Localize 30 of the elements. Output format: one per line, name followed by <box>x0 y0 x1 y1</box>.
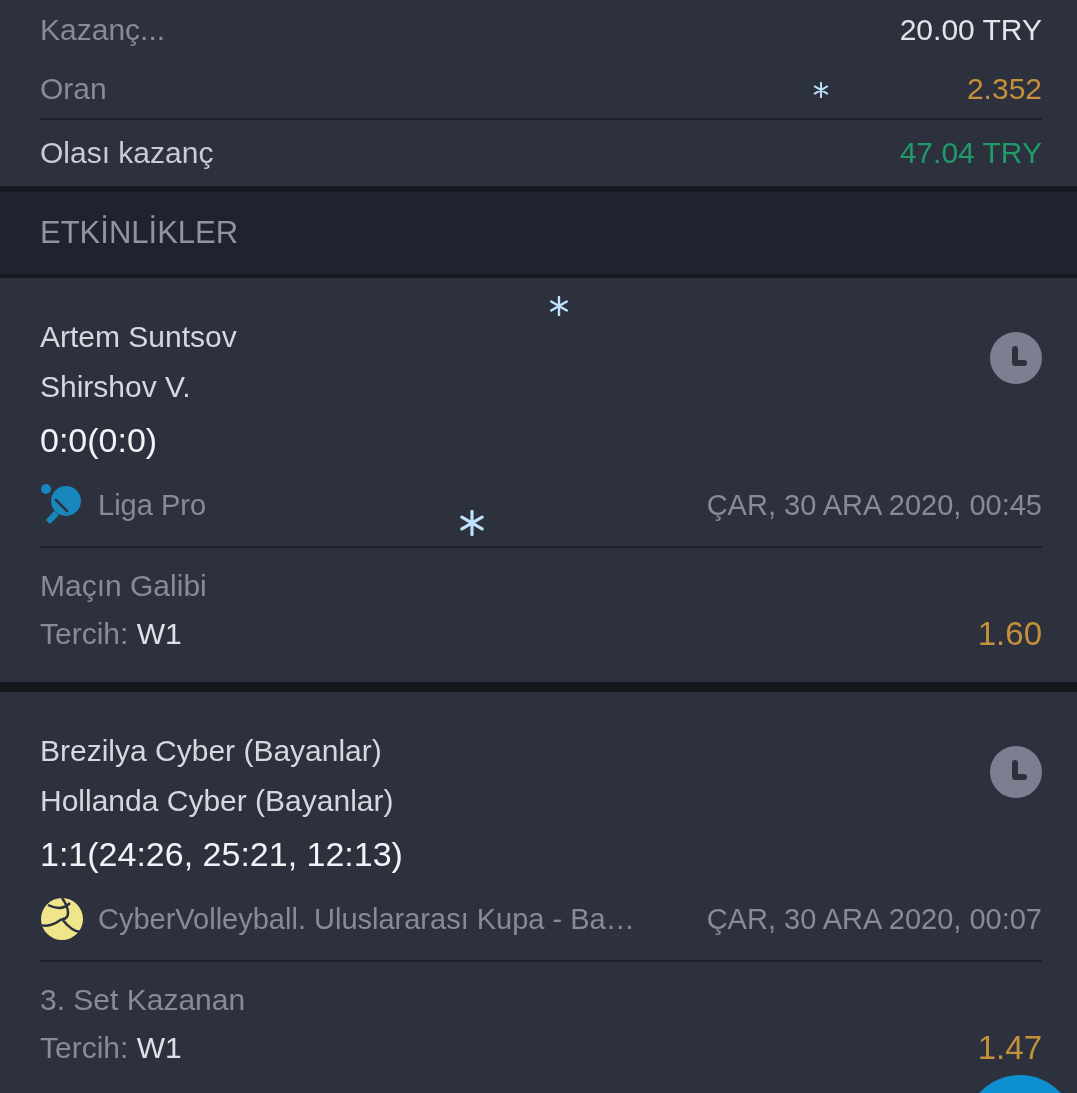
snowflake-icon <box>459 510 485 536</box>
team-name: Artem Suntsov <box>40 319 237 355</box>
team-name: Brezilya Cyber (Bayanlar) <box>40 733 383 769</box>
summary-value: 2.352 <box>966 72 1042 106</box>
snowflake-icon <box>813 82 829 98</box>
match-score: 1:1(24:26, 25:21, 12:13) <box>40 834 403 875</box>
summary-label: Olası kazanç <box>40 136 214 170</box>
event-date: ÇAR, 30 ARA 2020, 00:07 <box>706 902 1042 936</box>
team-name: Shirshov V. <box>40 369 192 405</box>
snowflake-icon <box>549 296 569 316</box>
market-name: 3. Set Kazanan <box>40 982 247 1018</box>
summary-label: Kazanç... <box>40 13 166 47</box>
summary-value: 20.00 TRY <box>899 13 1042 47</box>
team-name: Hollanda Cyber (Bayanlar) <box>40 783 395 819</box>
volleyball-icon <box>40 897 84 941</box>
bet-odds: 1.60 <box>977 615 1042 653</box>
clock-icon <box>990 746 1042 798</box>
section-title: ETKİNLİKLER <box>40 215 239 251</box>
clock-icon <box>990 332 1042 384</box>
market-name: Maçın Galibi <box>40 568 208 604</box>
event-date: ÇAR, 30 ARA 2020, 00:45 <box>706 488 1042 522</box>
summary-value: 47.04 TRY <box>899 136 1042 170</box>
bet-pick: Tercih: W1 <box>40 1030 182 1066</box>
league-name: Liga Pro <box>98 488 207 522</box>
table-tennis-icon <box>40 483 84 527</box>
match-score: 0:0(0:0) <box>40 420 159 461</box>
bet-odds: 1.47 <box>977 1029 1042 1067</box>
bet-pick: Tercih: W1 <box>40 616 182 652</box>
league-name: CyberVolleyball. Uluslararası Kupa - Ba… <box>98 902 636 936</box>
summary-label: Oran <box>40 72 107 106</box>
